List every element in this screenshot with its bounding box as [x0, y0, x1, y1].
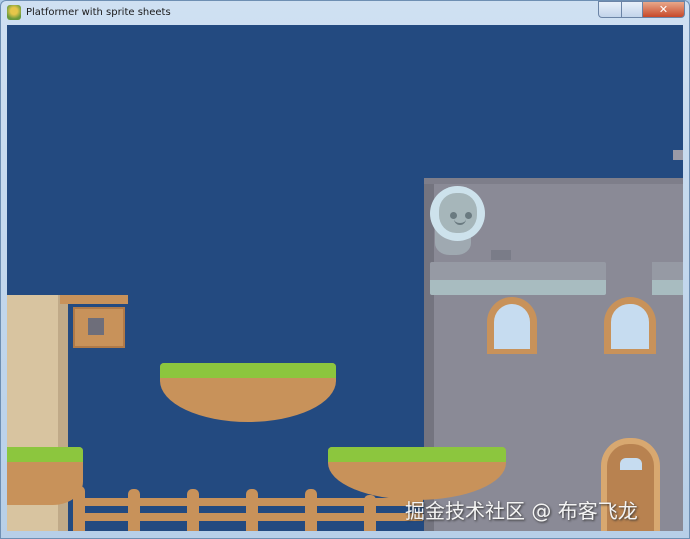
- ground-platform-left: [7, 447, 83, 505]
- stone-block: [491, 250, 511, 260]
- fence-post: [305, 489, 317, 531]
- fence-post: [128, 489, 140, 531]
- game-canvas[interactable]: 掘金技术社区 @ 布客飞龙: [7, 25, 683, 531]
- minimize-button[interactable]: [598, 1, 622, 18]
- floating-platform: [160, 363, 336, 422]
- ghost-eye: [450, 212, 457, 219]
- stone-ledge: [652, 262, 683, 295]
- fence-post: [364, 495, 376, 531]
- fence-post: [187, 489, 199, 531]
- building-top: [424, 178, 683, 184]
- app-icon: [7, 5, 21, 20]
- sign-bracket: [60, 295, 128, 304]
- window-title: Platformer with sprite sheets: [26, 7, 171, 18]
- window-arch: [487, 297, 537, 354]
- watermark: 掘金技术社区 @ 布客飞龙: [405, 499, 638, 523]
- stone-ledge: [430, 262, 606, 295]
- fence-post: [73, 486, 85, 531]
- cup-icon: [88, 318, 104, 335]
- fence-post: [246, 489, 258, 531]
- close-button[interactable]: ✕: [642, 1, 685, 18]
- pipe: [673, 150, 683, 160]
- maximize-button[interactable]: [621, 1, 643, 18]
- ghost-eye: [465, 212, 472, 219]
- window-arch: [604, 297, 656, 354]
